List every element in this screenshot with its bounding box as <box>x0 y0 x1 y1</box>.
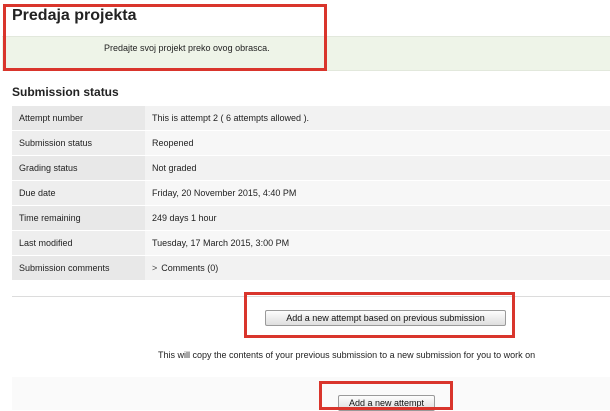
time-remaining-value: 249 days 1 hour <box>145 205 610 231</box>
copy-note: This will copy the contents of your prev… <box>158 350 536 360</box>
bottom-area <box>12 377 610 410</box>
submission-status-heading: Submission status <box>12 85 119 99</box>
attempt-number-value: This is attempt 2 ( 6 attempts allowed )… <box>145 106 610 131</box>
grading-status-label: Grading status <box>12 155 145 181</box>
submission-comments-label: Submission comments <box>12 255 145 281</box>
highlight-box-new-attempt <box>319 381 453 410</box>
table-row: Attempt number This is attempt 2 ( 6 att… <box>12 106 610 131</box>
submission-status-value: Reopened <box>145 130 610 156</box>
grading-status-value: Not graded <box>145 155 610 181</box>
due-date-label: Due date <box>12 180 145 206</box>
comments-link[interactable]: Comments (0) <box>161 263 218 273</box>
time-remaining-label: Time remaining <box>12 205 145 231</box>
highlight-box-title <box>3 4 327 71</box>
table-row: Submission comments > Comments (0) <box>12 255 610 281</box>
submission-status-table: Attempt number This is attempt 2 ( 6 att… <box>12 106 610 281</box>
table-row: Grading status Not graded <box>12 155 610 181</box>
due-date-value: Friday, 20 November 2015, 4:40 PM <box>145 180 610 206</box>
attempt-number-label: Attempt number <box>12 106 145 131</box>
table-row: Time remaining 249 days 1 hour <box>12 205 610 231</box>
table-row: Last modified Tuesday, 17 March 2015, 3:… <box>12 230 610 256</box>
last-modified-label: Last modified <box>12 230 145 256</box>
chevron-right-icon: > <box>152 263 158 273</box>
submission-comments-cell: > Comments (0) <box>145 255 610 281</box>
last-modified-value: Tuesday, 17 March 2015, 3:00 PM <box>145 230 610 256</box>
submission-status-label: Submission status <box>12 130 145 156</box>
highlight-box-previous-attempt <box>244 292 515 338</box>
comments-toggle[interactable]: > Comments (0) <box>152 263 218 273</box>
table-row: Due date Friday, 20 November 2015, 4:40 … <box>12 180 610 206</box>
table-row: Submission status Reopened <box>12 130 610 156</box>
